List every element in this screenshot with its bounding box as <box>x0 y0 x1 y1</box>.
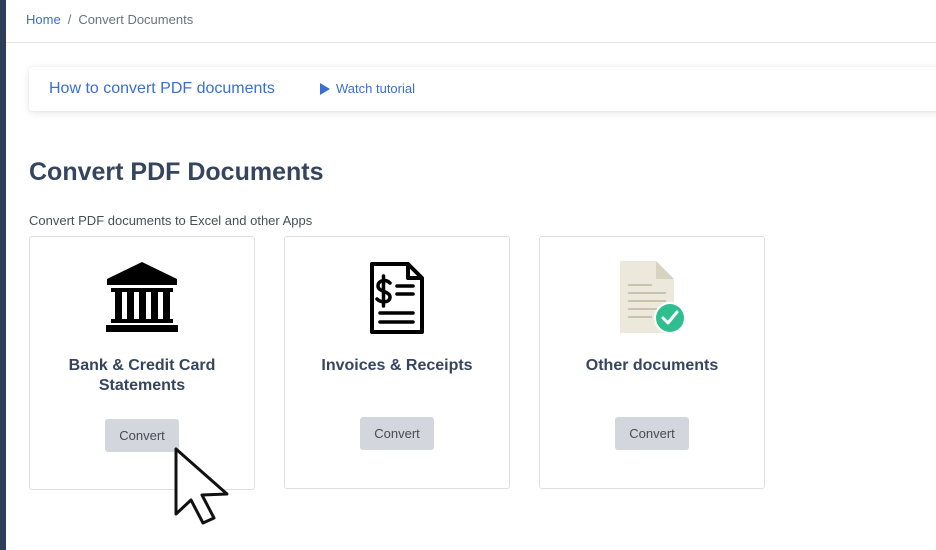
left-sidebar-edge <box>0 0 6 550</box>
other-documents-card: Other documents Convert <box>539 236 765 489</box>
card-title: Other documents <box>585 357 719 374</box>
convert-bank-statements-button[interactable]: Convert <box>105 419 179 452</box>
card-title: Bank & Credit Card Statements <box>68 357 216 394</box>
watch-tutorial-link[interactable]: Watch tutorial <box>320 81 415 96</box>
tutorial-banner: How to convert PDF documents Watch tutor… <box>29 67 936 111</box>
breadcrumb-home-link[interactable]: Home <box>26 12 61 27</box>
convert-invoices-button[interactable]: Convert <box>360 417 434 450</box>
convert-other-documents-button[interactable]: Convert <box>615 417 689 450</box>
card-title: Invoices & Receipts <box>321 357 473 374</box>
page-subtitle: Convert PDF documents to Excel and other… <box>29 213 313 228</box>
watch-tutorial-label: Watch tutorial <box>336 81 415 96</box>
header-divider <box>6 42 936 43</box>
breadcrumb-current: Convert Documents <box>78 12 194 27</box>
document-check-icon <box>620 261 686 334</box>
mouse-pointer-icon <box>174 447 229 525</box>
tutorial-title-link[interactable]: How to convert PDF documents <box>49 80 275 98</box>
bank-icon <box>106 262 178 332</box>
play-icon <box>320 82 330 95</box>
invoices-receipts-card: Invoices & Receipts Convert <box>284 236 510 489</box>
breadcrumb-separator: / <box>67 12 72 27</box>
page-title: Convert PDF Documents <box>29 158 324 186</box>
breadcrumb: Home / Convert Documents <box>26 12 193 27</box>
invoice-icon <box>370 262 424 334</box>
